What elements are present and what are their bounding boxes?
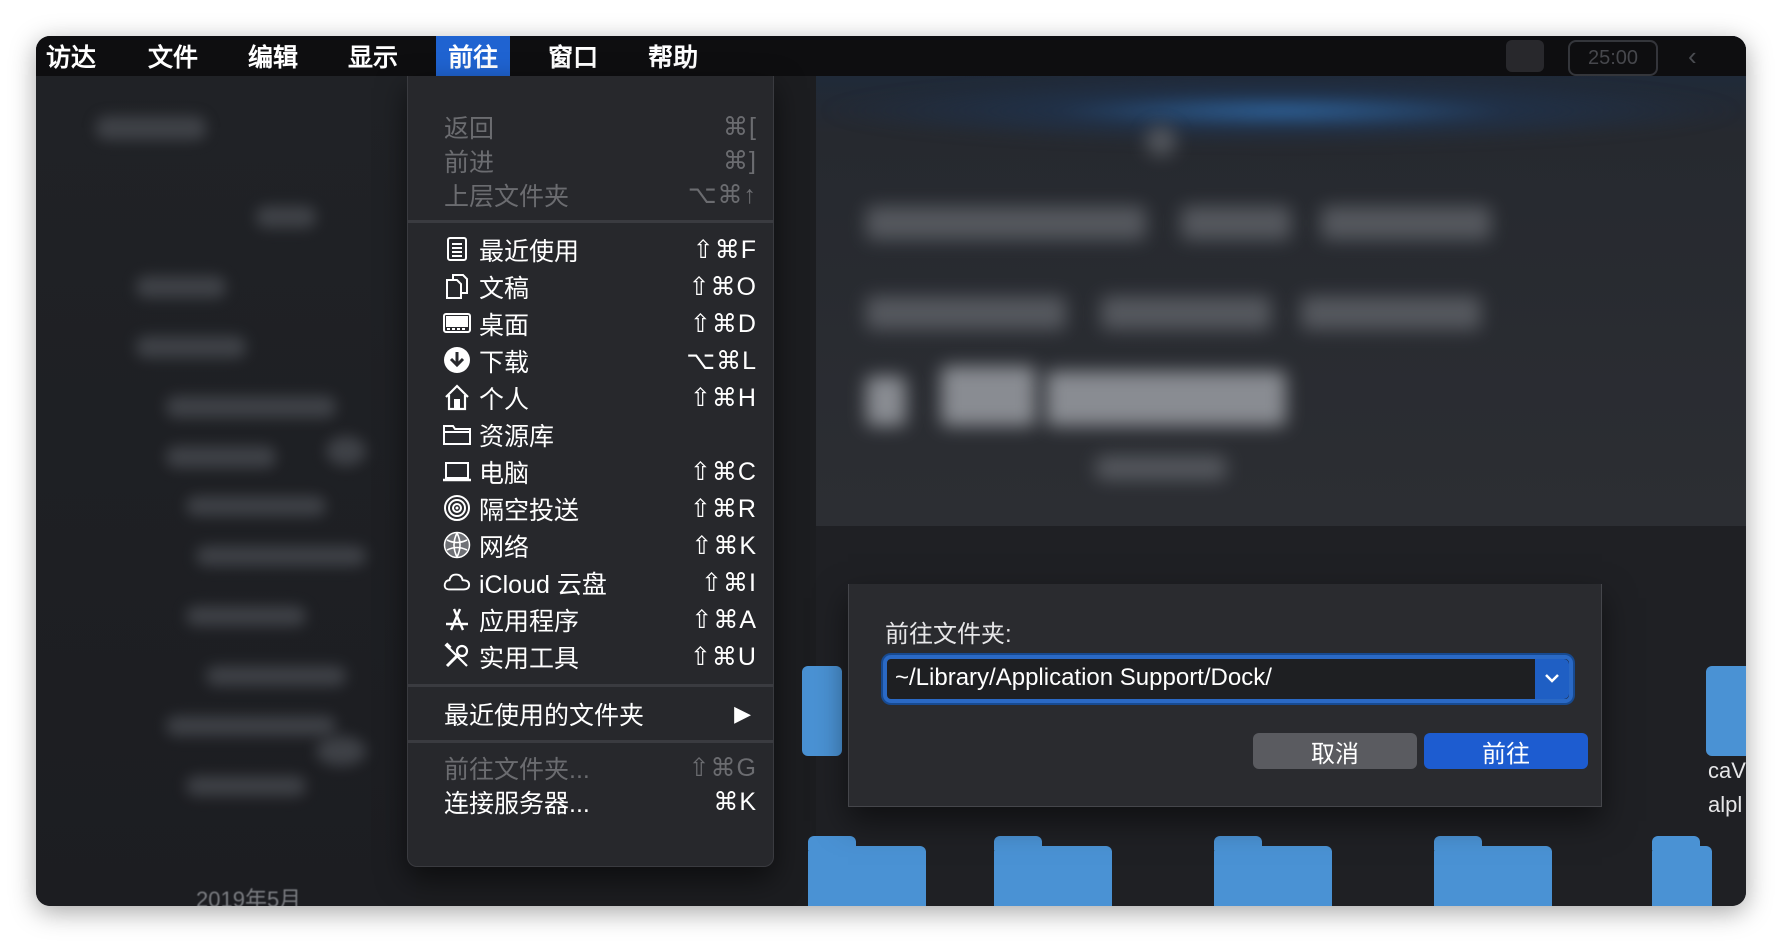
menu-item-shortcut: ⇧⌘G (688, 753, 757, 782)
menu-view[interactable]: 显示 (336, 36, 410, 76)
menu-edit[interactable]: 编辑 (236, 36, 310, 76)
home-icon (443, 383, 471, 411)
menu-item-label: 连接服务器... (444, 789, 590, 818)
goto-folder-dialog: 前往文件夹: ~/Library/Application Support/Doc… (848, 584, 1602, 807)
menu-item-shortcut: ⇧⌘D (689, 309, 757, 338)
menu-item-label: 最近使用的文件夹 (444, 701, 645, 730)
background-content (816, 36, 1746, 526)
menu-item-forward[interactable]: 前进 ⌘] (408, 142, 773, 179)
submenu-arrow-icon: ▶ (734, 700, 751, 726)
menu-item-shortcut: ⇧⌘H (689, 383, 757, 412)
menu-item-shortcut: ⇧⌘K (691, 531, 757, 560)
recents-icon (443, 235, 471, 263)
folder-icon (443, 420, 471, 448)
filename-text: caV (1708, 758, 1746, 783)
video-icon[interactable] (1506, 40, 1544, 72)
menu-item-shortcut: ⇧⌘A (691, 605, 757, 634)
desktop-icon (443, 309, 471, 337)
menu-item-shortcut: ⇧⌘C (689, 457, 757, 486)
menu-item-network[interactable]: 网络 ⇧⌘K (408, 527, 773, 564)
menu-item-applications[interactable]: 应用程序 ⇧⌘A (408, 601, 773, 638)
menu-item-label: 实用工具 (479, 644, 580, 673)
menu-item-label: 前进 (444, 148, 495, 177)
menu-bar: 访达 文件 编辑 显示 前往 窗口 帮助 25:00 ‹ (36, 36, 1746, 76)
dialog-title: 前往文件夹: (885, 621, 1012, 648)
chevron-left-icon[interactable]: ‹ (1688, 40, 1708, 72)
menu-item-shortcut: ⌘] (723, 146, 757, 175)
airdrop-icon (443, 494, 471, 522)
documents-icon (443, 272, 471, 300)
menu-item-label: 桌面 (479, 311, 530, 340)
menu-item-enclosing-folder[interactable]: 上层文件夹 ⌥⌘↑ (408, 176, 773, 213)
menu-item-label: 电脑 (479, 459, 530, 488)
folder-icon[interactable] (994, 836, 1112, 906)
menu-item-label: 下载 (479, 348, 530, 377)
menu-item-airdrop[interactable]: 隔空投送 ⇧⌘R (408, 490, 773, 527)
menu-item-utilities[interactable]: 实用工具 ⇧⌘U (408, 638, 773, 675)
desktop-screen: 2019年5月 ⌄ (36, 36, 1746, 906)
cancel-button[interactable]: 取消 (1253, 733, 1417, 769)
menu-item-shortcut: ⇧⌘O (688, 272, 757, 301)
menu-item-label: 网络 (479, 533, 530, 562)
menu-item-label: 最近使用 (479, 237, 580, 266)
folder-icon[interactable] (1652, 836, 1712, 906)
menu-item-label: 隔空投送 (479, 496, 580, 525)
downloads-icon (443, 346, 471, 374)
network-icon (443, 531, 471, 559)
menu-item-label: 返回 (444, 114, 495, 143)
folder-icon[interactable] (808, 836, 926, 906)
menu-item-recents[interactable]: 最近使用 ⇧⌘F (408, 231, 773, 268)
menu-item-shortcut: ⌘[ (723, 112, 757, 141)
menu-item-home[interactable]: 个人 ⇧⌘H (408, 379, 773, 416)
folder-path-input[interactable]: ~/Library/Application Support/Dock/ (883, 655, 1573, 703)
menu-item-shortcut: ⌘K (713, 787, 757, 816)
menu-item-go-to-folder[interactable]: 前往文件夹... ⇧⌘G (408, 749, 773, 786)
folder-icon[interactable] (1434, 836, 1552, 906)
menu-item-library[interactable]: 资源库 (408, 416, 773, 453)
folder-icon[interactable] (802, 666, 842, 756)
menu-item-shortcut: ⇧⌘I (701, 568, 757, 597)
folder-icon[interactable] (1706, 666, 1746, 756)
filename-text: alpl (1708, 792, 1743, 817)
computer-icon (443, 457, 471, 485)
timer-display[interactable]: 25:00 (1568, 40, 1658, 76)
menu-help[interactable]: 帮助 (636, 36, 710, 76)
menu-item-icloud[interactable]: iCloud 云盘 ⇧⌘I (408, 564, 773, 601)
utilities-icon (443, 642, 471, 670)
menu-go[interactable]: 前往 (436, 36, 511, 76)
menu-window[interactable]: 窗口 (536, 36, 610, 76)
menu-item-shortcut: ⌥⌘↑ (687, 180, 757, 209)
menu-item-label: 上层文件夹 (444, 182, 570, 211)
menu-item-shortcut: ⇧⌘R (689, 494, 757, 523)
menu-item-desktop[interactable]: 桌面 ⇧⌘D (408, 305, 773, 342)
menu-item-computer[interactable]: 电脑 ⇧⌘C (408, 453, 773, 490)
menu-item-recent-folders[interactable]: 最近使用的文件夹 ▶ (408, 695, 773, 732)
menu-item-shortcut: ⌥⌘L (686, 346, 757, 375)
menu-item-downloads[interactable]: 下载 ⌥⌘L (408, 342, 773, 379)
menu-item-label: 文稿 (479, 274, 530, 303)
folder-icon[interactable] (1214, 836, 1332, 906)
menu-item-back[interactable]: 返回 ⌘[ (408, 108, 773, 145)
menu-file[interactable]: 文件 (136, 36, 210, 76)
menu-item-documents[interactable]: 文稿 ⇧⌘O (408, 268, 773, 305)
menu-item-shortcut: ⇧⌘F (692, 235, 757, 264)
menu-item-label: 应用程序 (479, 607, 580, 636)
menu-item-shortcut: ⇧⌘U (689, 642, 757, 671)
menu-item-label: 前往文件夹... (444, 755, 590, 784)
menu-item-connect-server[interactable]: 连接服务器... ⌘K (408, 783, 773, 820)
applications-icon (443, 605, 471, 633)
background-sidebar (36, 76, 416, 906)
folder-path-value[interactable]: ~/Library/Application Support/Dock/ (895, 664, 1272, 692)
menu-item-label: 个人 (479, 385, 530, 414)
menu-item-label: iCloud 云盘 (479, 570, 607, 599)
chevron-down-icon (1544, 670, 1560, 688)
go-menu: 返回 ⌘[ 前进 ⌘] 上层文件夹 ⌥⌘↑ 最近使用 ⇧⌘F 文稿 ⇧⌘O 桌面… (407, 76, 774, 867)
background-date-text: 2019年5月 (196, 887, 302, 906)
path-history-dropdown[interactable] (1535, 659, 1569, 699)
icloud-icon (443, 568, 471, 596)
go-button[interactable]: 前往 (1424, 733, 1588, 769)
menu-item-label: 资源库 (479, 422, 555, 451)
menu-finder[interactable]: 访达 (36, 36, 108, 76)
